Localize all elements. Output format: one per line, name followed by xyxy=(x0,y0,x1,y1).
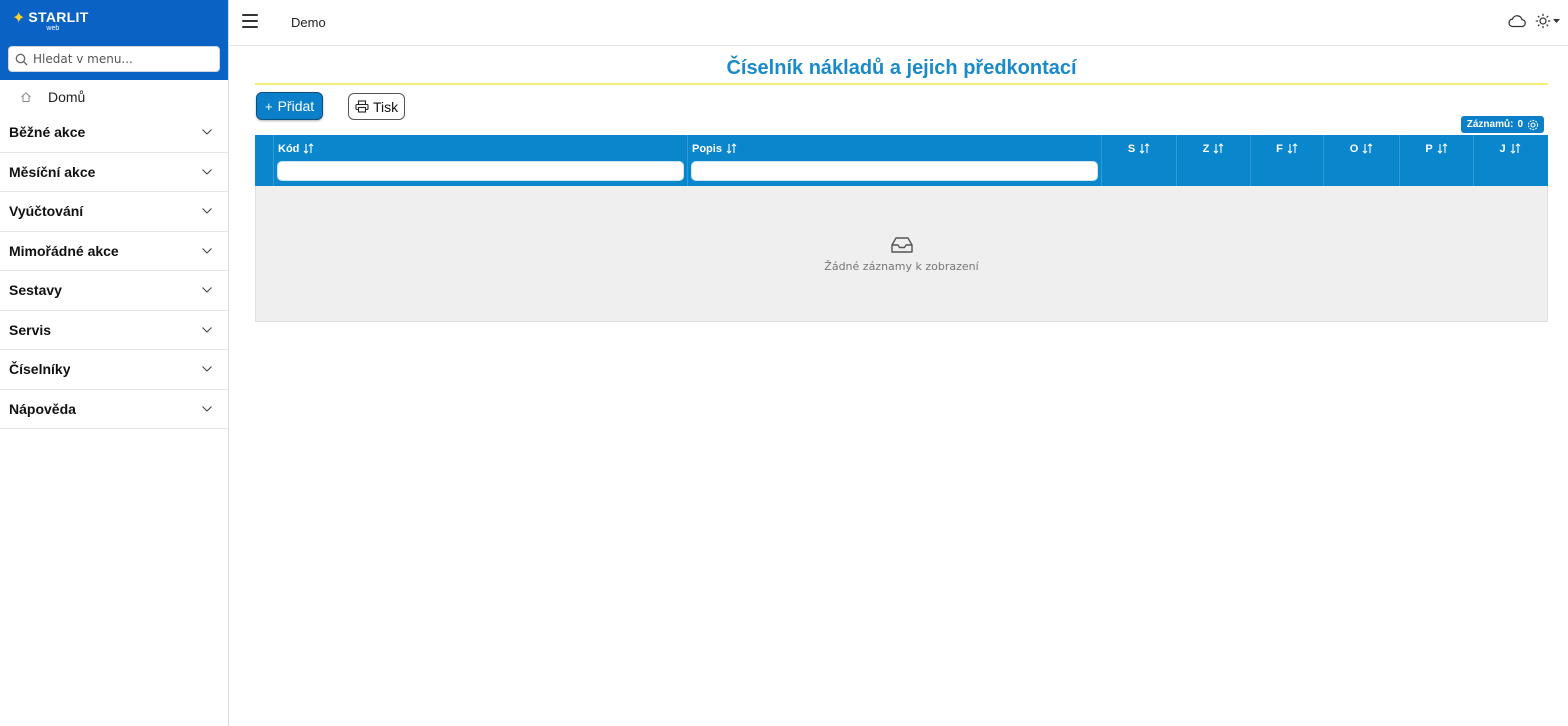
sort-icon[interactable] xyxy=(303,143,314,154)
column-filter-input[interactable] xyxy=(691,161,1098,181)
sidebar-item-5[interactable]: Servis xyxy=(0,311,228,350)
chevron-down-icon xyxy=(202,208,212,215)
topbar: Demo xyxy=(229,0,1568,46)
theme-toggle[interactable] xyxy=(1535,13,1560,29)
sidebar-item-label: Měsíční akce xyxy=(9,163,96,180)
main-content: Číselník nákladů a jejich předkontací + … xyxy=(229,47,1568,726)
sort-icon[interactable] xyxy=(1213,143,1224,154)
column-header[interactable]: Z xyxy=(1177,135,1251,186)
column-label: F xyxy=(1276,142,1283,155)
column-label: Kód xyxy=(278,142,300,155)
star-icon: ✦ xyxy=(12,8,26,27)
sidebar-item-4[interactable]: Sestavy xyxy=(0,271,228,311)
column-header[interactable]: Kód xyxy=(274,135,688,186)
sidebar-item-6[interactable]: Číselníky xyxy=(0,350,228,390)
column-header[interactable]: O xyxy=(1324,135,1400,186)
column-header[interactable]: P xyxy=(1400,135,1474,186)
brand-name: STARLIT xyxy=(28,9,89,25)
sort-icon[interactable] xyxy=(1362,143,1373,154)
sidebar-item-0[interactable]: Běžné akce xyxy=(0,113,228,153)
add-button-label: Přidat xyxy=(277,98,315,114)
column-label: S xyxy=(1127,142,1136,155)
sidebar: ✦ STARLIT web Domů Běžné akce Měsíční akc… xyxy=(0,0,229,726)
inbox-icon xyxy=(890,237,913,253)
page-title: Číselník nákladů a jejich předkontací xyxy=(255,57,1548,85)
column-title: Kód xyxy=(274,135,687,157)
print-button-label: Tisk xyxy=(373,98,399,115)
sun-icon xyxy=(1535,13,1551,29)
chevron-down-icon xyxy=(202,326,212,333)
sidebar-item-label: Vyúčtování xyxy=(9,203,84,220)
sort-icon[interactable] xyxy=(1510,143,1521,154)
sidebar-item-label: Servis xyxy=(9,321,52,338)
gear-icon[interactable] xyxy=(1527,119,1539,131)
cloud-icon[interactable] xyxy=(1507,14,1527,28)
column-title: O xyxy=(1324,135,1399,157)
column-label: J xyxy=(1499,142,1506,155)
printer-icon xyxy=(355,100,369,113)
menu-search xyxy=(0,40,228,80)
sidebar-item-7[interactable]: Nápověda xyxy=(0,390,228,429)
sort-icon[interactable] xyxy=(1139,143,1150,154)
topbar-actions xyxy=(1507,13,1560,29)
column-header[interactable]: J xyxy=(1474,135,1546,186)
records-label: Záznamů: xyxy=(1466,119,1514,130)
column-label: P xyxy=(1425,142,1433,155)
home-icon xyxy=(21,91,31,102)
sort-icon[interactable] xyxy=(1287,143,1298,154)
hamburger-menu-icon[interactable] xyxy=(242,14,258,28)
add-button[interactable]: + Přidat xyxy=(256,92,324,120)
records-count: 0 xyxy=(1517,119,1523,130)
table-body: Žádné záznamy k zobrazení xyxy=(255,186,1548,322)
chevron-down-icon xyxy=(202,405,212,412)
column-header[interactable]: S xyxy=(1102,135,1177,186)
column-label: Popis xyxy=(692,142,722,155)
sidebar-item-1[interactable]: Měsíční akce xyxy=(0,153,228,192)
column-header[interactable]: Popis xyxy=(688,135,1102,186)
table-header: Kód Popis S Z F O P J xyxy=(255,135,1548,186)
sidebar-item-2[interactable]: Vyúčtování xyxy=(0,192,228,232)
sort-icon[interactable] xyxy=(726,143,737,154)
column-title: Z xyxy=(1177,135,1250,157)
chevron-down-icon xyxy=(202,247,212,254)
sidebar-item-label: Sestavy xyxy=(9,282,62,299)
column-label: Z xyxy=(1202,142,1210,155)
search-box xyxy=(8,46,220,72)
brand-logo[interactable]: ✦ STARLIT web xyxy=(0,0,228,40)
sidebar-item-label: Běžné akce xyxy=(9,124,86,141)
empty-message: Žádné záznamy k zobrazení xyxy=(824,260,979,273)
select-column xyxy=(255,135,274,186)
search-icon xyxy=(15,53,28,65)
column-title: J xyxy=(1474,135,1546,157)
records-badge: Záznamů: 0 xyxy=(1460,116,1544,133)
sidebar-item-label: Nápověda xyxy=(9,400,76,417)
plus-icon: + xyxy=(265,98,273,114)
column-header[interactable]: F xyxy=(1251,135,1324,186)
chevron-down-icon xyxy=(202,366,212,373)
search-input[interactable] xyxy=(33,52,213,66)
breadcrumb[interactable]: Demo xyxy=(291,15,326,30)
sidebar-item-label: Domů xyxy=(48,88,86,105)
sidebar-item-label: Mimořádné akce xyxy=(9,242,119,259)
chevron-down-icon xyxy=(202,168,212,175)
brand-sub: web xyxy=(46,25,60,32)
sidebar-item-label: Číselníky xyxy=(9,361,71,378)
sidebar-menu: Běžné akce Měsíční akce Vyúčtování Mimořádn… xyxy=(0,113,228,429)
chevron-down-icon xyxy=(202,129,212,136)
column-title: P xyxy=(1400,135,1473,157)
caret-down-icon xyxy=(1553,18,1560,23)
chevron-down-icon xyxy=(202,287,212,294)
sort-icon[interactable] xyxy=(1437,143,1448,154)
print-button[interactable]: Tisk xyxy=(348,93,406,120)
column-title: F xyxy=(1251,135,1323,157)
column-filter-input[interactable] xyxy=(277,161,684,181)
sidebar-item-3[interactable]: Mimořádné akce xyxy=(0,232,228,271)
sidebar-item-home[interactable]: Domů xyxy=(0,80,228,113)
column-title: S xyxy=(1102,135,1176,157)
column-label: O xyxy=(1349,142,1359,155)
column-title: Popis xyxy=(688,135,1101,157)
data-table: Kód Popis S Z F O P J Žádné záznamy k zobrazení xyxy=(255,135,1548,322)
